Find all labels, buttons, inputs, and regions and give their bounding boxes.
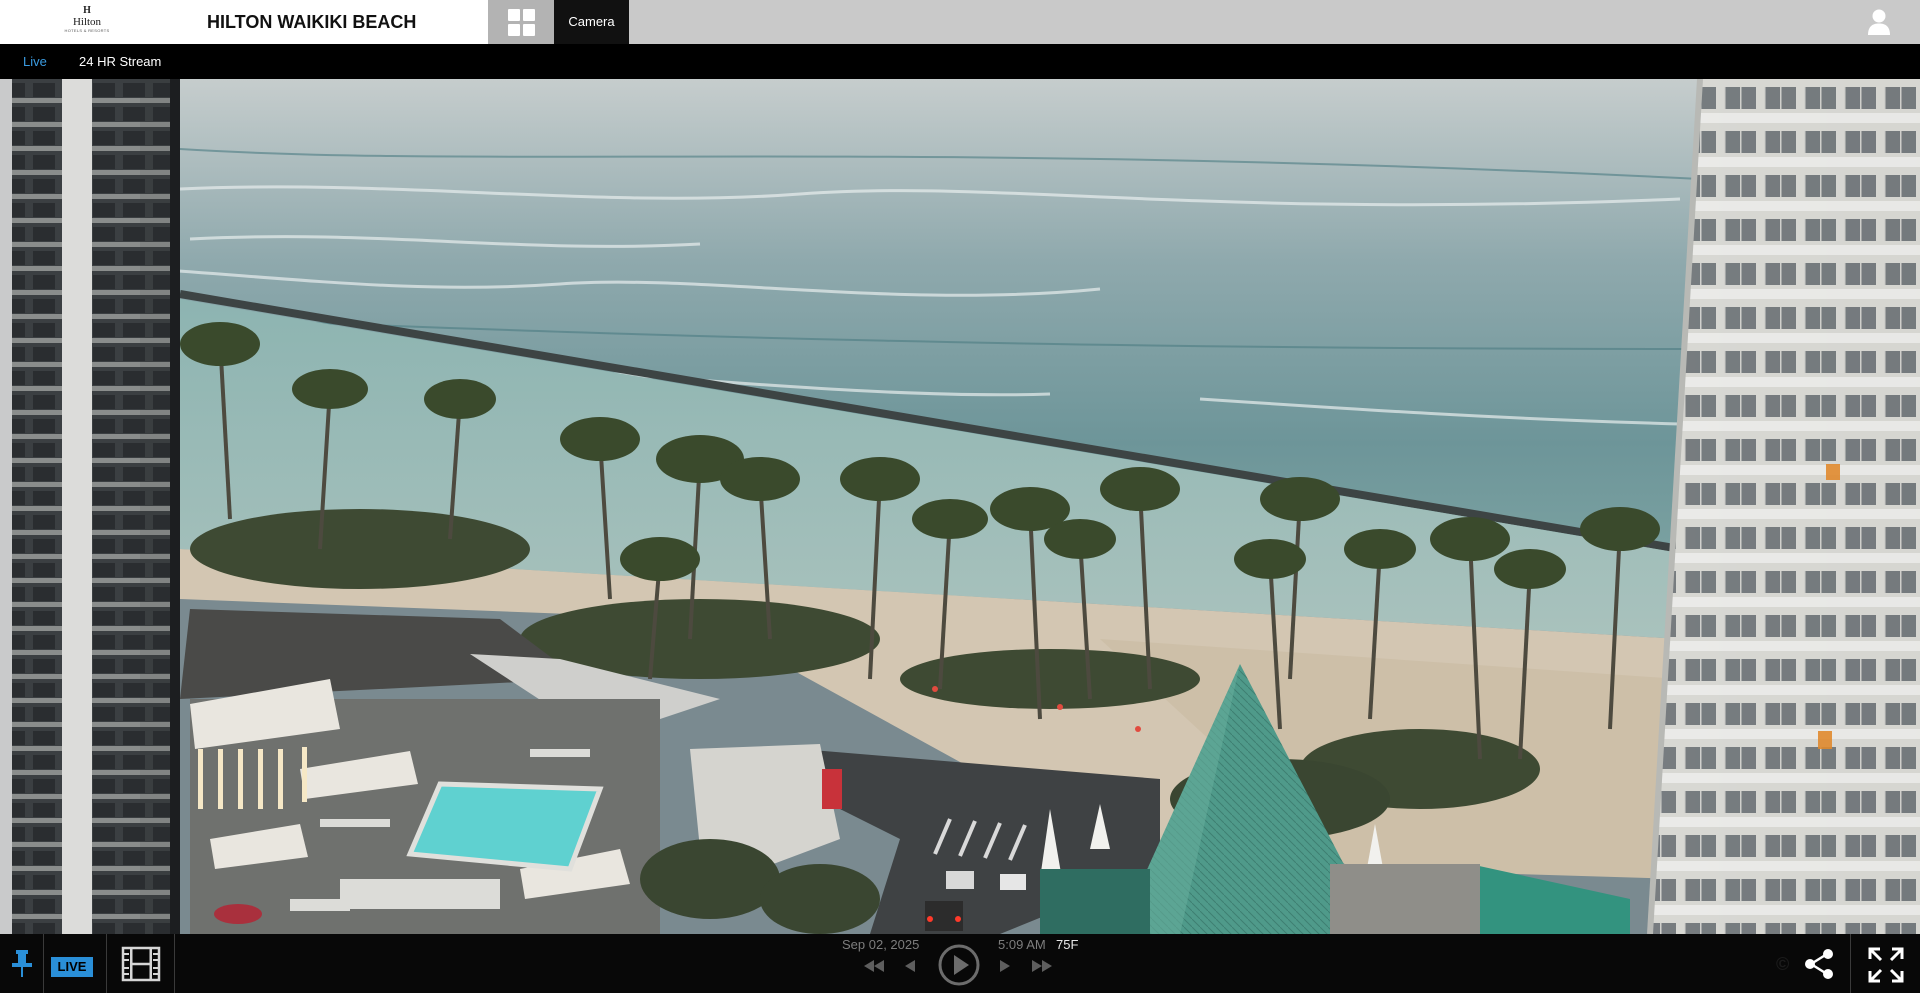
step-back-icon[interactable]	[903, 958, 917, 979]
temperature-readout: 75F	[1056, 937, 1079, 952]
live-camera-view[interactable]	[0, 79, 1920, 934]
grid-view-button[interactable]	[488, 0, 554, 44]
site-title: HILTON WAIKIKI BEACH	[207, 12, 417, 32]
divider	[174, 934, 175, 993]
sub-navigation: Live 24 HR Stream	[0, 44, 1920, 79]
rewind-fast-icon[interactable]	[862, 958, 886, 979]
watermark: ©	[1776, 954, 1790, 974]
logo-mark: H	[83, 5, 91, 16]
share-icon[interactable]	[1802, 947, 1836, 981]
play-icon[interactable]	[937, 943, 981, 992]
player-control-bar: LIVE Sep 02, 2025 5:09 AM 75F ©	[0, 934, 1920, 993]
tab-camera[interactable]: Camera	[554, 0, 629, 44]
divider	[43, 934, 44, 993]
forward-fast-icon[interactable]	[1030, 958, 1054, 979]
pin-icon[interactable]	[6, 946, 38, 980]
brand-area: H Hilton HOTELS & RESORTS HILTON WAIKIKI…	[0, 0, 488, 44]
live-link[interactable]: Live	[23, 44, 47, 79]
divider	[1850, 934, 1851, 993]
beach-scene	[0, 79, 1920, 934]
live-badge[interactable]: LIVE	[51, 957, 93, 977]
timestamp-date: Sep 02, 2025	[842, 937, 920, 952]
logo-tagline: HOTELS & RESORTS	[64, 28, 110, 33]
fullscreen-icon[interactable]	[1868, 947, 1904, 983]
logo-word: Hilton	[72, 16, 102, 28]
user-icon[interactable]	[1862, 6, 1896, 38]
divider	[106, 934, 107, 993]
grid-icon	[507, 8, 535, 36]
timestamp-time: 5:09 AM	[998, 937, 1046, 952]
stream-24hr-link[interactable]: 24 HR Stream	[79, 44, 161, 79]
top-header: H Hilton HOTELS & RESORTS HILTON WAIKIKI…	[0, 0, 1920, 44]
film-icon[interactable]	[120, 946, 162, 982]
step-forward-icon[interactable]	[998, 958, 1012, 979]
hilton-logo[interactable]: H Hilton HOTELS & RESORTS	[64, 6, 110, 38]
